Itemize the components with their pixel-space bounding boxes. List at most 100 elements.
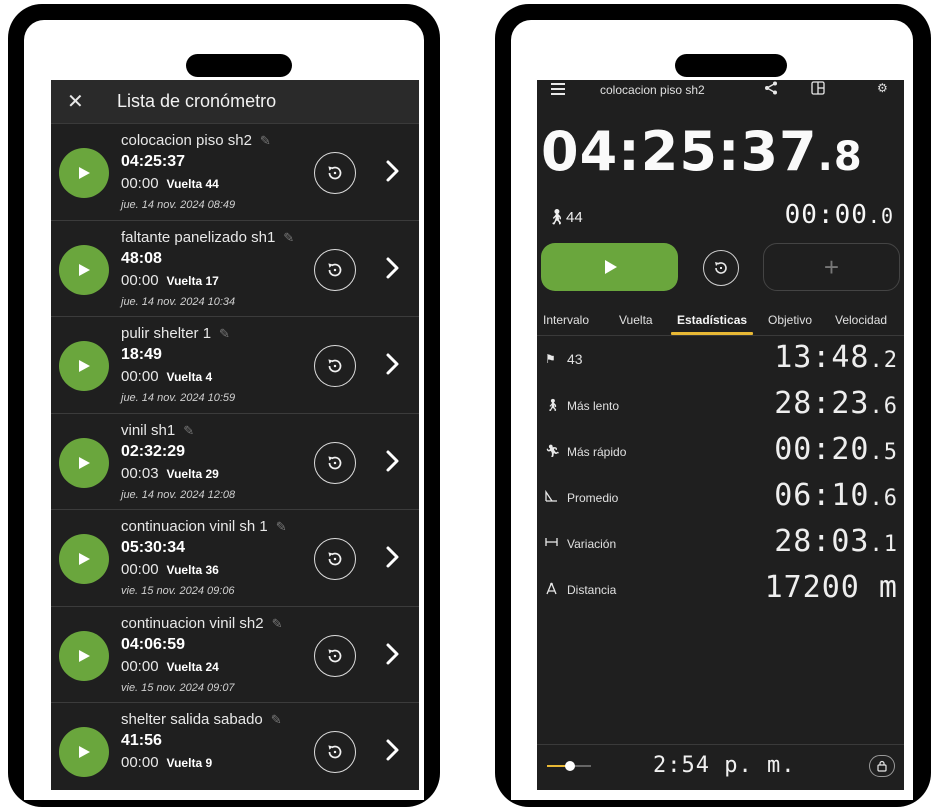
stat-label: Más rápido (567, 445, 627, 459)
distance-icon (545, 582, 561, 598)
pencil-icon[interactable]: ✎ (283, 230, 294, 246)
chevron-right-icon[interactable] (383, 735, 403, 765)
reset-button[interactable] (314, 634, 356, 677)
play-icon (79, 553, 90, 565)
reset-button[interactable] (314, 248, 356, 291)
timer-name[interactable]: shelter salida sabado ✎ (121, 711, 282, 728)
active-tab-indicator (671, 332, 753, 335)
tab-vuelta[interactable]: Vuelta (619, 313, 653, 327)
list-item[interactable]: faltante panelizado sh1 ✎ 48:08 00:00 Vuel… (51, 221, 419, 317)
list-item[interactable]: continuacion vinil sh2 ✎ 04:06:59 00:00 Vu… (51, 607, 419, 703)
start-button[interactable] (541, 243, 678, 291)
timer-name[interactable]: pulir shelter 1 ✎ (121, 325, 230, 342)
lap-number: Vuelta 24 (166, 659, 219, 674)
close-icon[interactable]: ✕ (67, 89, 101, 114)
stopwatch-list-app: ✕ Lista de cronómetro colocacion piso sh… (51, 80, 419, 790)
brightness-slider[interactable] (547, 761, 591, 771)
lap-number: Vuelta 4 (166, 370, 213, 384)
share-icon[interactable] (764, 81, 778, 98)
gear-icon[interactable]: ⚙ (877, 81, 888, 95)
timer-name[interactable]: colocacion piso sh2 (600, 83, 705, 97)
reset-icon (328, 455, 342, 469)
slow-runner-icon: 🚶︎ (545, 398, 561, 412)
tab-objetivo[interactable]: Objetivo (768, 313, 812, 327)
pencil-icon[interactable]: ✎ (183, 423, 194, 439)
play-icon (79, 167, 90, 179)
pencil-icon[interactable]: ✎ (260, 133, 271, 149)
list-item[interactable]: pulir shelter 1 ✎ 18:49 00:00 Vuelta 4 jue… (51, 317, 419, 414)
list-item[interactable]: vinil sh1 ✎ 02:32:29 00:03 Vuelta 29 jue. … (51, 414, 419, 510)
play-button[interactable] (59, 148, 109, 198)
lap-info: 00:03 Vuelta 29 (121, 465, 219, 482)
reset-button[interactable] (314, 731, 356, 773)
pencil-icon[interactable]: ✎ (271, 712, 282, 728)
play-button[interactable] (59, 244, 109, 295)
chevron-right-icon[interactable] (383, 156, 403, 186)
lap-time: 00:00 (121, 561, 159, 578)
lap-info: 00:00 Vuelta 36 (121, 561, 219, 578)
list-item[interactable]: colocacion piso sh2 ✎ 04:25:37 00:00 Vuelt… (51, 124, 419, 221)
start-date: vie. 15 nov. 2024 09:06 (121, 585, 235, 597)
lock-button[interactable] (869, 755, 895, 777)
lap-info: 00:00 Vuelta 4 (121, 368, 212, 385)
play-button[interactable] (59, 534, 109, 584)
page-title: Lista de cronómetro (117, 91, 277, 111)
stat-row: 🚶︎ Más lento 28:23.6 (537, 386, 904, 432)
play-button[interactable] (59, 727, 109, 777)
reset-icon (328, 262, 342, 276)
menu-icon[interactable] (551, 83, 565, 98)
stat-value-tenth: .5 (869, 440, 898, 465)
chevron-right-icon[interactable] (383, 253, 403, 283)
layout-icon[interactable] (811, 81, 825, 98)
timer-name[interactable]: colocacion piso sh2 ✎ (121, 132, 271, 149)
walker-icon: 🚶︎ (547, 209, 567, 226)
pencil-icon[interactable]: ✎ (272, 616, 283, 632)
play-button[interactable] (59, 437, 109, 488)
lap-time: 00:00 (121, 754, 159, 771)
main-time-tenth: .8 (817, 134, 863, 180)
tab-intervalo[interactable]: Intervalo (543, 313, 589, 327)
timer-name[interactable]: vinil sh1 ✎ (121, 422, 194, 439)
reset-button[interactable] (314, 152, 356, 194)
chevron-right-icon[interactable] (383, 639, 403, 669)
stat-row: 🏃︎ Más rápido 00:20.5 (537, 432, 904, 478)
stat-value-main: 17200 m (764, 570, 898, 605)
chevron-right-icon[interactable] (383, 349, 403, 379)
play-button[interactable] (59, 630, 109, 681)
reset-button[interactable] (703, 250, 739, 286)
list-item[interactable]: shelter salida sabado ✎ 41:56 00:00 Vuelta… (51, 703, 419, 790)
reset-icon (328, 648, 342, 662)
tab-estadisticas[interactable]: Estadísticas (677, 313, 747, 327)
stat-value-main: 28:23 (774, 386, 870, 421)
chevron-right-icon[interactable] (383, 542, 403, 572)
timer-name[interactable]: faltante panelizado sh1 ✎ (121, 229, 294, 246)
reset-button[interactable] (314, 345, 356, 387)
stat-value-tenth: .6 (869, 394, 898, 419)
play-button[interactable] (59, 341, 109, 391)
total-time: 04:06:59 (121, 635, 186, 653)
lap-info: 00:00 Vuelta 44 (121, 175, 219, 192)
pencil-icon[interactable]: ✎ (276, 519, 287, 535)
stat-value-main: 06:10 (774, 478, 870, 513)
lap-number: Vuelta 29 (166, 466, 219, 481)
total-time: 41:56 (121, 732, 162, 749)
reset-button[interactable] (314, 538, 356, 580)
list-item[interactable]: continuacion vinil sh 1 ✎ 05:30:34 00:00 V… (51, 510, 419, 607)
add-lap-button[interactable]: + (763, 243, 900, 291)
list-header: ✕ Lista de cronómetro (51, 80, 419, 124)
stat-value-tenth: .1 (869, 532, 898, 557)
range-icon (545, 536, 561, 552)
chevron-right-icon[interactable] (383, 446, 403, 476)
start-date: jue. 14 nov. 2024 10:59 (121, 392, 236, 404)
tab-velocidad[interactable]: Velocidad (835, 313, 887, 327)
slider-knob[interactable] (565, 761, 575, 771)
stat-row: Variación 28:03.1 (537, 524, 904, 570)
lap-time: 00:00 (121, 657, 159, 675)
reset-icon (328, 359, 342, 373)
timer-name[interactable]: continuacion vinil sh 1 ✎ (121, 518, 287, 535)
lap-time: 00:00 (121, 368, 159, 385)
total-time: 18:49 (121, 346, 162, 363)
pencil-icon[interactable]: ✎ (219, 326, 230, 342)
reset-button[interactable] (314, 441, 356, 484)
timer-name[interactable]: continuacion vinil sh2 ✎ (121, 615, 283, 632)
